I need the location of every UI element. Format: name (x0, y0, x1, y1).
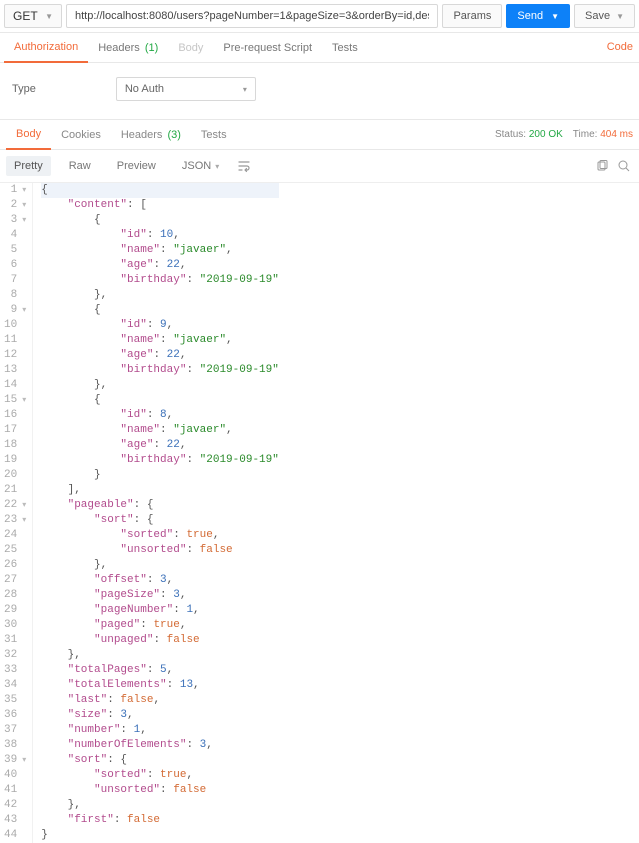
format-preview[interactable]: Preview (109, 156, 164, 176)
tab-resp-cookies[interactable]: Cookies (51, 121, 111, 149)
format-row: Pretty Raw Preview JSON ▾ (0, 150, 639, 183)
auth-type-select[interactable]: No Auth ▾ (116, 77, 256, 101)
chevron-down-icon: ▾ (243, 85, 247, 94)
tab-body[interactable]: Body (168, 34, 213, 62)
tab-headers[interactable]: Headers (1) (88, 34, 168, 62)
save-button[interactable]: Save ▼ (574, 4, 635, 28)
auth-type-label: Type (12, 83, 36, 95)
format-type-value: JSON (182, 160, 211, 172)
auth-type-value: No Auth (125, 83, 164, 95)
chevron-down-icon: ▼ (45, 12, 53, 21)
copy-icon[interactable] (595, 159, 609, 173)
tab-resp-tests[interactable]: Tests (191, 121, 237, 149)
save-label: Save (585, 10, 610, 22)
request-tabs: Authorization Headers (1) Body Pre-reque… (0, 33, 639, 63)
format-pretty[interactable]: Pretty (6, 156, 51, 176)
tab-pre-request-script[interactable]: Pre-request Script (213, 34, 322, 62)
response-status: Status: 200 OK Time: 404 ms (495, 129, 633, 140)
response-body-source[interactable]: { "content": [ { "id": 10, "name": "java… (33, 183, 279, 843)
auth-panel: Type No Auth ▾ (0, 63, 639, 120)
format-raw[interactable]: Raw (61, 156, 99, 176)
response-tabs: Body Cookies Headers (3) Tests (6, 120, 237, 149)
chevron-down-icon: ▾ (215, 162, 219, 171)
response-tabs-row: Body Cookies Headers (3) Tests Status: 2… (0, 120, 639, 150)
search-icon[interactable] (617, 159, 631, 173)
chevron-down-icon: ▼ (551, 12, 559, 21)
format-type-select[interactable]: JSON ▾ (174, 156, 227, 176)
tab-tests[interactable]: Tests (322, 34, 368, 62)
wrap-lines-icon[interactable] (237, 159, 251, 173)
tab-authorization[interactable]: Authorization (4, 33, 88, 63)
time-value: 404 ms (600, 129, 633, 140)
time-label: Time: (573, 129, 598, 140)
http-method-select[interactable]: GET ▼ (4, 4, 62, 28)
tab-resp-body[interactable]: Body (6, 120, 51, 150)
http-method-value: GET (13, 9, 38, 23)
line-gutter: 1▾2▾3▾456789▾101112131415▾16171819202122… (0, 183, 33, 843)
code-link[interactable]: Code (607, 41, 633, 53)
chevron-down-icon: ▼ (616, 12, 624, 21)
tab-resp-headers[interactable]: Headers (3) (111, 121, 191, 149)
url-input[interactable] (66, 4, 438, 28)
status-label: Status: (495, 129, 526, 140)
send-label: Send (517, 10, 543, 22)
request-bar: GET ▼ Params Send ▼ Save ▼ (0, 0, 639, 33)
status-value: 200 OK (529, 129, 563, 140)
response-body-viewer: 1▾2▾3▾456789▾101112131415▾16171819202122… (0, 183, 639, 843)
send-button[interactable]: Send ▼ (506, 4, 570, 28)
params-button[interactable]: Params (442, 4, 502, 28)
